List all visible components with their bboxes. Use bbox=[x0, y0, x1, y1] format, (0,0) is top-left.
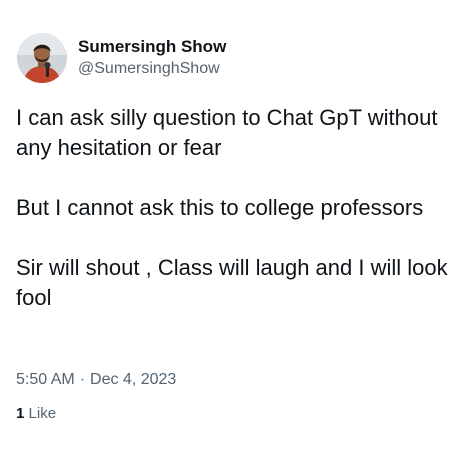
author-handle[interactable]: @SumersinghShow bbox=[78, 60, 220, 78]
author-avatar[interactable] bbox=[17, 33, 67, 83]
tweet-paragraph: But I cannot ask this to college profess… bbox=[16, 195, 424, 220]
tweet-paragraph: I can ask silly question to Chat GpT wit… bbox=[16, 105, 438, 160]
tweet-card: Sumersingh Show @SumersinghShow I can as… bbox=[0, 0, 474, 474]
likes-count[interactable]: 1 Like bbox=[16, 405, 56, 422]
tweet-timestamp[interactable]: 5:50 AM · Dec 4, 2023 bbox=[16, 371, 176, 389]
tweet-text: I can ask silly question to Chat GpT wit… bbox=[16, 103, 461, 313]
profile-photo-icon bbox=[17, 33, 67, 83]
meta-separator: · bbox=[79, 371, 86, 388]
author-name[interactable]: Sumersingh Show bbox=[78, 37, 226, 57]
tweet-date: Dec 4, 2023 bbox=[90, 371, 177, 388]
tweet-paragraph: Sir will shout , Class will laugh and I … bbox=[16, 255, 448, 310]
like-count-number: 1 bbox=[16, 405, 25, 422]
tweet-time: 5:50 AM bbox=[16, 371, 75, 388]
like-label: Like bbox=[28, 405, 57, 422]
